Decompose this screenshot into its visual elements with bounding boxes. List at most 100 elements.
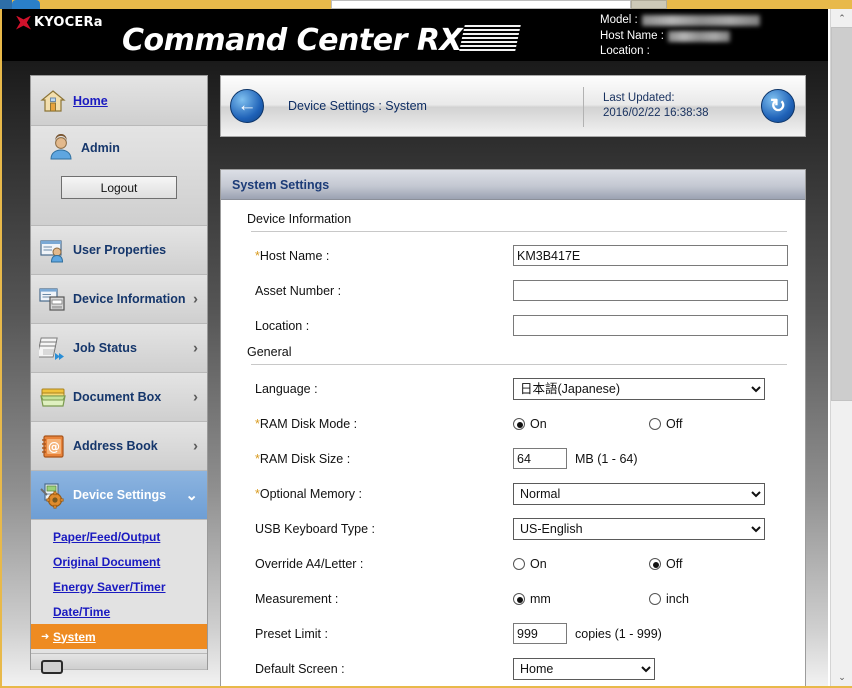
- ram-disk-mode-off-label: Off: [666, 416, 683, 431]
- label-host-name-text: Host Name :: [259, 248, 330, 263]
- sidebar-subitem-paper-feed-output-label[interactable]: Paper/Feed/Output: [53, 530, 160, 544]
- page-scrollbar[interactable]: ⌃ ⌄: [830, 9, 852, 686]
- kyocera-mark-icon: [16, 15, 31, 30]
- override-a4-letter-option-on[interactable]: On: [513, 557, 649, 571]
- browser-tab[interactable]: [12, 0, 40, 9]
- breadcrumb: Device Settings : System: [288, 99, 427, 113]
- meta-row-location: Location :: [600, 44, 760, 60]
- override-a4-letter-option-off[interactable]: Off: [649, 557, 682, 571]
- default-screen-select[interactable]: Home: [513, 657, 655, 680]
- logout-button[interactable]: Logout: [61, 176, 177, 199]
- label-ram-disk-size-text: RAM Disk Size :: [259, 451, 351, 466]
- chevron-right-icon: ›: [193, 290, 198, 308]
- label-host-name: *Host Name :: [255, 249, 513, 263]
- address-bar-go-button[interactable]: [631, 0, 667, 9]
- radio-on-icon[interactable]: [513, 592, 525, 605]
- sidebar-item-device-information[interactable]: Device Information ›: [31, 275, 207, 324]
- label-asset-number: Asset Number :: [255, 283, 342, 298]
- sidebar-item-user-properties-label: User Properties: [73, 243, 167, 257]
- sidebar-subitem-original-document[interactable]: Original Document: [31, 549, 207, 574]
- radio-off-icon[interactable]: [513, 557, 525, 570]
- address-bar[interactable]: [331, 0, 631, 9]
- scroll-up-button[interactable]: ⌃: [831, 9, 852, 27]
- sidebar-submenu: Paper/Feed/Output Original Document Ener…: [31, 520, 207, 654]
- sidebar-item-document-box[interactable]: Document Box ›: [31, 373, 207, 422]
- breadcrumb-bar: ← Device Settings : System Last Updated:…: [220, 75, 806, 137]
- location-label: Location :: [600, 45, 650, 57]
- override-a4-letter-off-label: Off: [666, 556, 683, 571]
- last-updated-label: Last Updated:: [603, 92, 675, 104]
- sidebar-subitem-system-label[interactable]: System: [53, 630, 96, 644]
- sidebar-item-home-label: Home: [73, 93, 108, 108]
- radio-on-icon[interactable]: [649, 557, 661, 570]
- measurement-option-inch[interactable]: inch: [649, 592, 689, 606]
- device-settings-icon: [39, 481, 67, 509]
- sidebar-item-job-status[interactable]: Job Status ›: [31, 324, 207, 373]
- radio-off-icon[interactable]: [649, 592, 661, 605]
- radio-off-icon[interactable]: [649, 417, 661, 430]
- user-avatar-icon: [47, 133, 75, 162]
- measurement-option-mm[interactable]: mm: [513, 592, 649, 606]
- browser-tab-active[interactable]: [0, 0, 12, 9]
- label-usb-keyboard-type: USB Keyboard Type :: [255, 521, 375, 536]
- meta-row-model: Model :: [600, 13, 760, 29]
- scrollbar-thumb[interactable]: [831, 27, 852, 401]
- logout-button-wrap: Logout: [39, 170, 199, 199]
- asset-number-input[interactable]: [513, 280, 788, 301]
- page-viewport: KYOCERa Command Center RX Model : Host N…: [2, 9, 850, 686]
- user-properties-icon: [39, 236, 67, 264]
- sidebar-item-device-settings[interactable]: Device Settings ⌄: [31, 471, 207, 520]
- label-language: Language :: [255, 381, 318, 396]
- optional-memory-select[interactable]: Normal: [513, 482, 765, 505]
- chevron-right-icon: ›: [193, 388, 198, 406]
- override-a4-letter-on-label: On: [530, 556, 547, 571]
- scroll-down-button[interactable]: ⌄: [831, 668, 852, 686]
- ram-disk-mode-option-on[interactable]: On: [513, 417, 649, 431]
- browser-window: KYOCERa Command Center RX Model : Host N…: [0, 0, 852, 688]
- kyocera-logo: KYOCERa: [16, 15, 103, 30]
- sidebar-subitem-system[interactable]: ➜ System: [31, 624, 207, 649]
- chevron-right-icon: ›: [193, 437, 198, 455]
- ram-disk-size-unit: MB (1 - 64): [575, 451, 638, 466]
- sidebar-subitem-paper-feed-output[interactable]: Paper/Feed/Output: [31, 524, 207, 549]
- sidebar-item-device-information-label: Device Information: [73, 292, 186, 306]
- section-divider: [251, 364, 787, 365]
- form-row-usb-keyboard-type: USB Keyboard Type : US-English: [221, 511, 805, 546]
- ram-disk-mode-option-off[interactable]: Off: [649, 417, 682, 431]
- form-row-ram-disk-mode: *RAM Disk Mode : On Off: [221, 406, 805, 441]
- form-row-default-screen: Default Screen : Home: [221, 651, 805, 686]
- label-optional-memory: *Optional Memory :: [255, 487, 513, 501]
- preset-limit-input[interactable]: [513, 623, 567, 644]
- sidebar-subitem-energy-saver-timer[interactable]: Energy Saver/Timer: [31, 574, 207, 599]
- chevron-down-icon: ⌄: [185, 487, 198, 504]
- sidebar-user-block: Admin Logout: [31, 126, 207, 226]
- device-meta-block: Model : Host Name : Location :: [600, 13, 760, 60]
- refresh-button[interactable]: ↻: [761, 89, 795, 123]
- label-ram-disk-mode-text: RAM Disk Mode :: [259, 416, 358, 431]
- app-banner: KYOCERa Command Center RX Model : Host N…: [2, 9, 828, 61]
- sidebar-item-home[interactable]: Home: [31, 76, 207, 126]
- usb-keyboard-type-select[interactable]: US-English: [513, 517, 765, 540]
- sidebar-subitem-energy-saver-timer-label[interactable]: Energy Saver/Timer: [53, 580, 166, 594]
- panel-body: Device Information *Host Name : Asset Nu…: [221, 200, 805, 686]
- sidebar-subitem-original-document-label[interactable]: Original Document: [53, 555, 160, 569]
- sidebar-item-address-book-label: Address Book: [73, 439, 158, 453]
- location-input[interactable]: [513, 315, 788, 336]
- measurement-inch-label: inch: [666, 591, 689, 606]
- sidebar-subitem-date-time-label[interactable]: Date/Time: [53, 605, 110, 619]
- label-ram-disk-mode: *RAM Disk Mode :: [255, 417, 513, 431]
- ram-disk-size-input[interactable]: [513, 448, 567, 469]
- refresh-icon: ↻: [770, 95, 786, 117]
- meta-row-hostname: Host Name :: [600, 29, 760, 45]
- sidebar-item-user-properties[interactable]: User Properties: [31, 226, 207, 275]
- sidebar-item-address-book[interactable]: @ Address Book ›: [31, 422, 207, 471]
- sidebar-subitem-date-time[interactable]: Date/Time: [31, 599, 207, 624]
- label-location: Location :: [255, 318, 310, 333]
- sidebar-nav: Home Admin Logout User Properties Device…: [30, 75, 208, 674]
- back-button[interactable]: ←: [230, 89, 264, 123]
- language-select[interactable]: 日本語(Japanese): [513, 377, 765, 400]
- host-name-input[interactable]: [513, 245, 788, 266]
- label-default-screen: Default Screen :: [255, 661, 345, 676]
- radio-on-icon[interactable]: [513, 417, 525, 430]
- sidebar-next-section-stub[interactable]: [31, 654, 207, 674]
